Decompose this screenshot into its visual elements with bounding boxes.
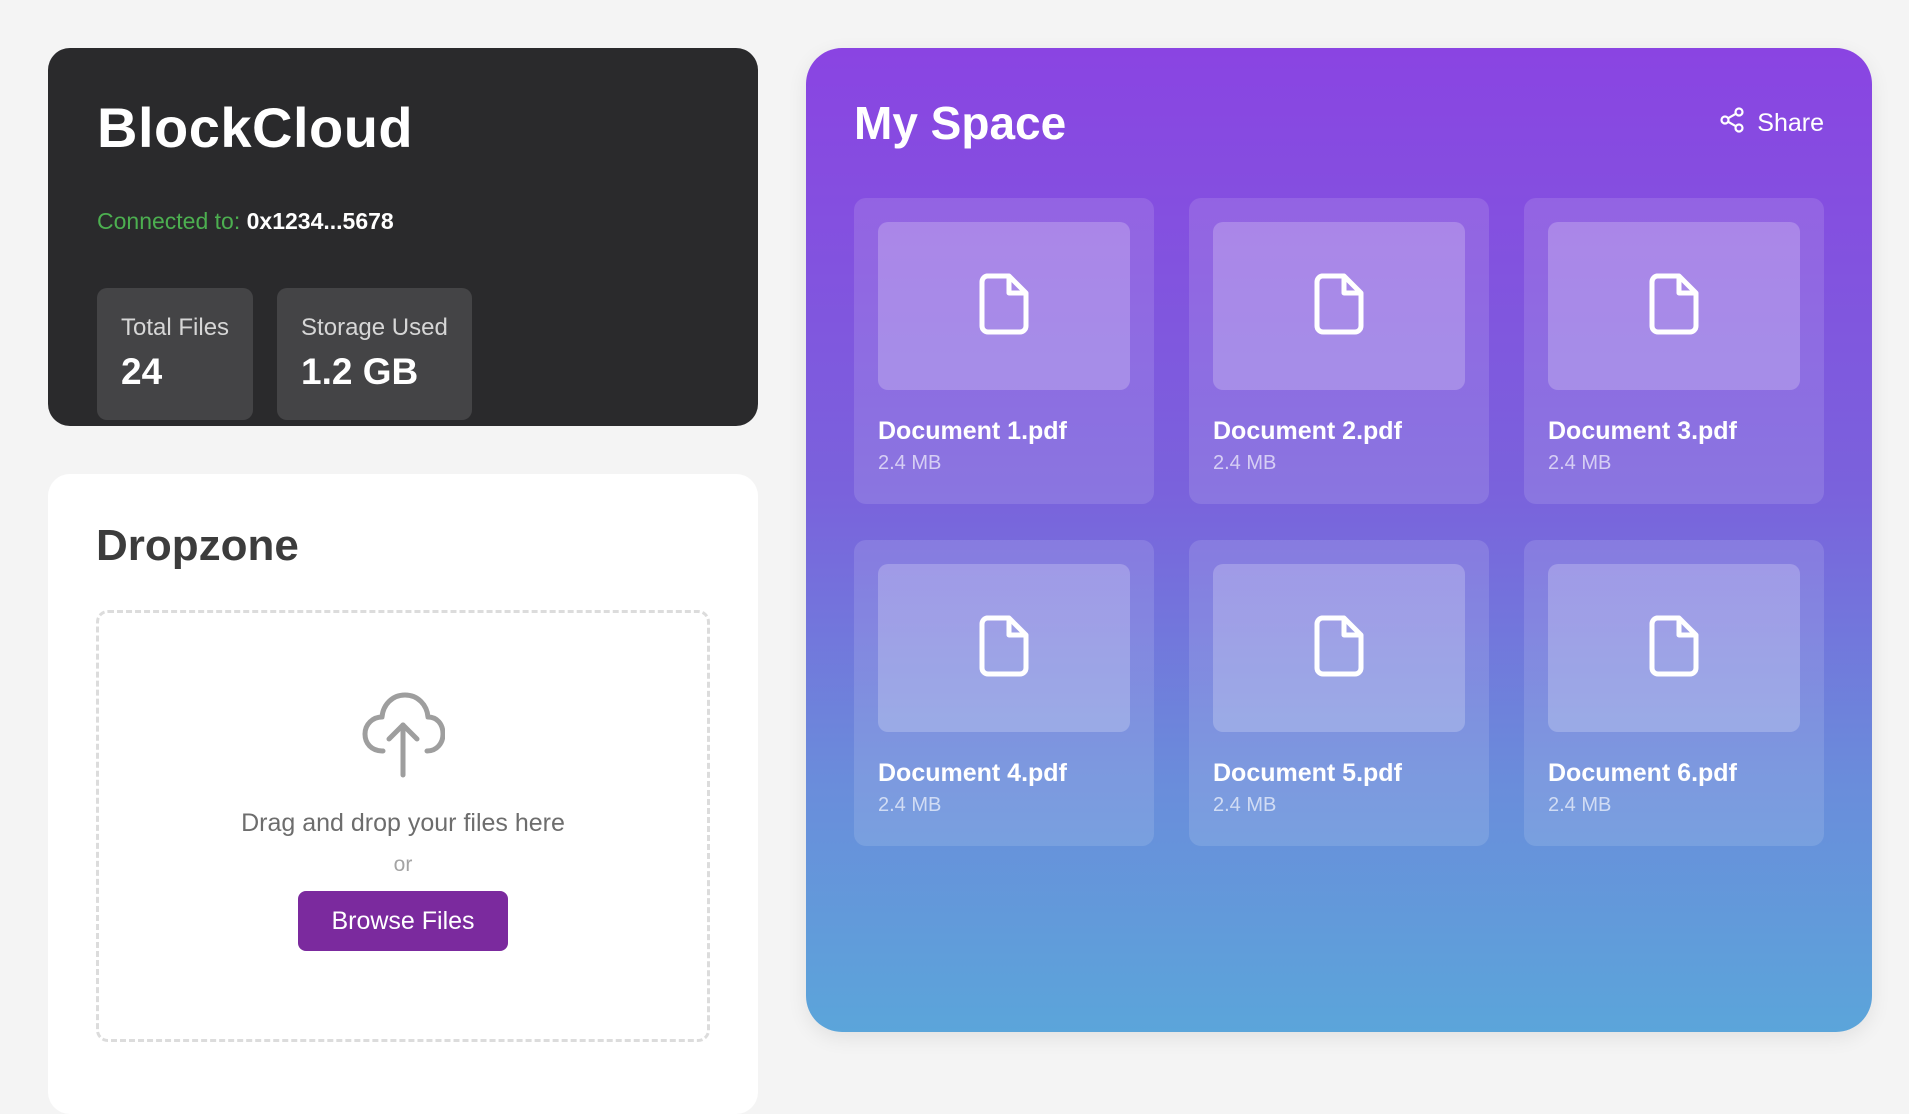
wallet-address: 0x1234...5678 — [246, 208, 394, 234]
space-title: My Space — [854, 97, 1067, 149]
stat-total-files: Total Files 24 — [97, 288, 254, 420]
stat-label: Storage Used — [301, 314, 448, 341]
file-icon — [1314, 273, 1364, 340]
my-space-panel: My Space Share Document 1.pdf 2.4 MB Doc… — [806, 48, 1872, 1032]
file-icon — [1649, 273, 1699, 340]
file-name: Document 5.pdf — [1213, 759, 1402, 787]
file-icon — [979, 615, 1029, 682]
share-button[interactable]: Share — [1719, 106, 1824, 140]
dropzone-title: Dropzone — [96, 521, 299, 570]
dropzone-card: Dropzone Drag and drop your files here o… — [48, 474, 758, 1114]
space-header: My Space Share — [854, 97, 1824, 149]
connection-status: Connected to: 0x1234...5678 — [97, 206, 709, 236]
file-name: Document 4.pdf — [878, 759, 1067, 787]
file-thumbnail — [1548, 222, 1800, 390]
file-thumbnail — [878, 564, 1130, 732]
file-size: 2.4 MB — [878, 452, 942, 474]
file-size: 2.4 MB — [1548, 794, 1612, 816]
cloud-upload-icon — [361, 689, 445, 779]
wallet-card: BlockCloud Connected to: 0x1234...5678 T… — [48, 48, 758, 426]
file-card[interactable]: Document 4.pdf 2.4 MB — [854, 540, 1154, 846]
file-thumbnail — [1213, 564, 1465, 732]
file-card[interactable]: Document 3.pdf 2.4 MB — [1524, 198, 1824, 504]
drop-area[interactable]: Drag and drop your files here or Browse … — [96, 610, 710, 1042]
file-card[interactable]: Document 2.pdf 2.4 MB — [1189, 198, 1489, 504]
file-size: 2.4 MB — [1213, 452, 1277, 474]
file-card[interactable]: Document 6.pdf 2.4 MB — [1524, 540, 1824, 846]
file-thumbnail — [1548, 564, 1800, 732]
stats-row: Total Files 24 Storage Used 1.2 GB — [97, 288, 709, 420]
file-size: 2.4 MB — [1548, 452, 1612, 474]
share-label: Share — [1757, 108, 1824, 137]
file-card[interactable]: Document 1.pdf 2.4 MB — [854, 198, 1154, 504]
browse-files-button[interactable]: Browse Files — [298, 891, 508, 951]
stat-value: 1.2 GB — [301, 351, 419, 392]
file-name: Document 3.pdf — [1548, 417, 1737, 445]
file-card[interactable]: Document 5.pdf 2.4 MB — [1189, 540, 1489, 846]
file-icon — [979, 273, 1029, 340]
drop-instructions: Drag and drop your files here — [241, 809, 565, 837]
file-size: 2.4 MB — [878, 794, 942, 816]
or-separator: or — [393, 853, 413, 876]
file-icon — [1649, 615, 1699, 682]
file-grid: Document 1.pdf 2.4 MB Document 2.pdf 2.4… — [854, 198, 1824, 846]
file-name: Document 6.pdf — [1548, 759, 1737, 787]
connection-label: Connected to: — [97, 208, 241, 234]
file-thumbnail — [878, 222, 1130, 390]
file-name: Document 2.pdf — [1213, 417, 1402, 445]
stat-storage-used: Storage Used 1.2 GB — [277, 288, 472, 420]
file-icon — [1314, 615, 1364, 682]
stat-label: Total Files — [121, 314, 230, 341]
stat-value: 24 — [121, 351, 163, 392]
file-size: 2.4 MB — [1213, 794, 1277, 816]
app-title: BlockCloud — [97, 96, 414, 159]
file-name: Document 1.pdf — [878, 417, 1067, 445]
file-thumbnail — [1213, 222, 1465, 390]
share-icon — [1719, 106, 1745, 140]
